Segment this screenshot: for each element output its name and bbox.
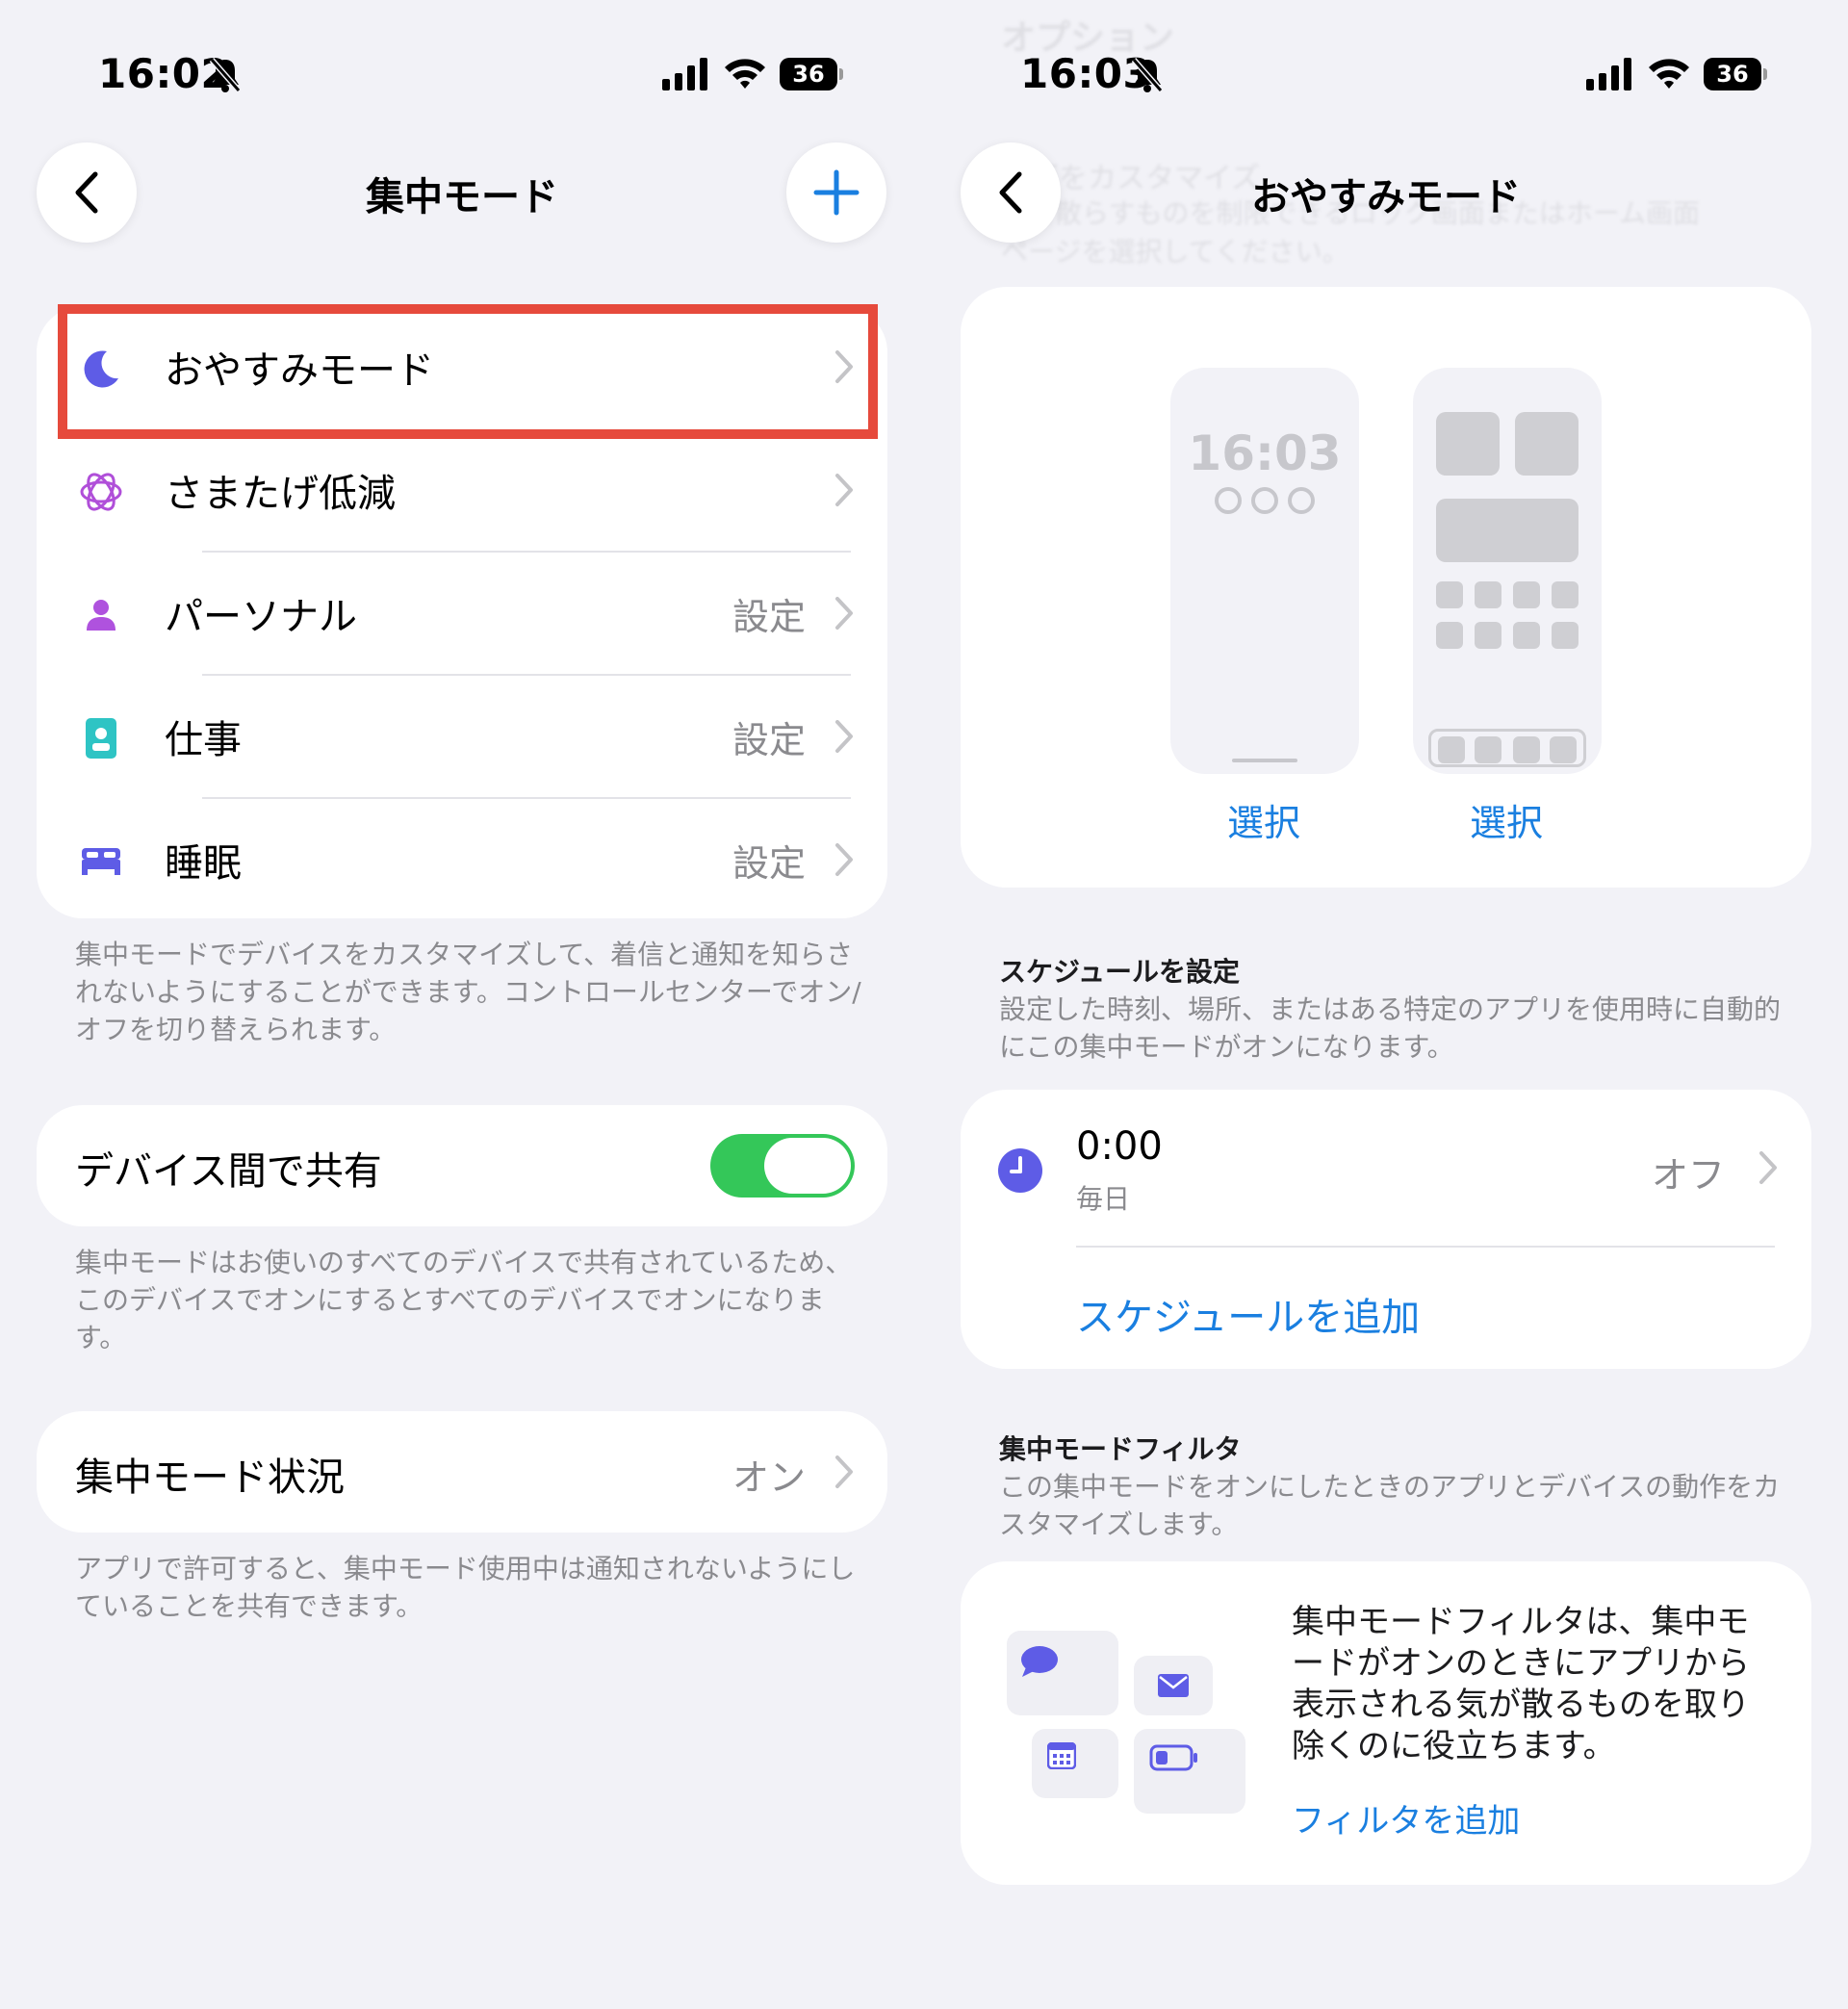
focus-mode-personal[interactable]: パーソナル 設定 bbox=[37, 553, 887, 676]
filters-explainer: 集中モードフィルタは、集中モードがオンのときにアプリから表示される気が散るものを… bbox=[1292, 1603, 1750, 1765]
chevron-right-icon bbox=[835, 597, 853, 630]
filters-section-desc: この集中モードをオンにしたときのアプリとデバイスの動作をカスタマイズします。 bbox=[999, 1471, 1781, 1540]
select-home-screen-button[interactable]: 選択 bbox=[1413, 793, 1600, 846]
back-button[interactable] bbox=[961, 142, 1061, 243]
page-title: おやすみモード bbox=[1251, 175, 1521, 219]
person-icon bbox=[87, 600, 116, 631]
faded-customize-desc: ページを選択してください。 bbox=[1001, 236, 1349, 268]
select-lock-screen-button[interactable]: 選択 bbox=[1170, 793, 1357, 846]
clock-icon bbox=[998, 1148, 1042, 1193]
bell-slash-icon bbox=[1131, 58, 1164, 92]
lock-screen-clock: 16:03 bbox=[1188, 425, 1342, 481]
plus-icon bbox=[813, 169, 860, 216]
battery-level: 36 bbox=[1704, 58, 1761, 90]
share-across-devices-label: デバイス間で共有 bbox=[75, 1149, 382, 1194]
do-not-disturb-screen: オプション 画面をカスタマイズ 気を散らすものを制限できるロック画面またはホーム… bbox=[924, 0, 1848, 2009]
mail-icon bbox=[1158, 1674, 1189, 1697]
id-badge-icon bbox=[86, 718, 116, 759]
add-filter-button[interactable]: フィルタを追加 bbox=[1292, 1794, 1520, 1842]
battery-icon: 36 bbox=[1704, 58, 1767, 90]
wifi-icon bbox=[725, 59, 765, 89]
focus-mode-work[interactable]: 仕事 設定 bbox=[37, 676, 887, 799]
schedule-card: 0:00 毎日 オフ スケジュールを追加 bbox=[961, 1090, 1811, 1369]
battery-level: 36 bbox=[780, 58, 837, 90]
home-indicator bbox=[1232, 759, 1297, 762]
reduce-interruptions-icon bbox=[80, 473, 122, 511]
add-schedule-button[interactable]: スケジュールを追加 bbox=[1076, 1286, 1420, 1342]
battery-icon: 36 bbox=[780, 58, 843, 90]
filters-card: 集中モードフィルタは、集中モードがオンのときにアプリから表示される気が散るものを… bbox=[961, 1561, 1811, 1885]
back-button[interactable] bbox=[37, 142, 137, 243]
cellular-signal-icon bbox=[662, 58, 707, 90]
customize-screens-card: 16:03 選択 選択 bbox=[961, 287, 1811, 888]
home-screen-preview[interactable] bbox=[1413, 368, 1602, 774]
focus-status-row[interactable]: 集中モード状況 オン bbox=[37, 1411, 887, 1533]
setup-value: 設定 bbox=[732, 719, 806, 761]
focus-mode-label: 睡眠 bbox=[165, 841, 242, 886]
schedule-section-header: スケジュールを設定 bbox=[999, 956, 1241, 988]
low-battery-icon bbox=[1149, 1744, 1197, 1771]
focus-modes-footnote: 集中モードでデバイスをカスタマイズして、着信と通知を知らされないようにすることが… bbox=[75, 939, 861, 1045]
highlight-annotation bbox=[58, 304, 878, 439]
share-across-devices-row: デバイス間で共有 bbox=[37, 1105, 887, 1226]
focus-mode-reduce-interruptions[interactable]: さまたげ低減 bbox=[37, 429, 887, 553]
chevron-left-icon bbox=[75, 171, 98, 214]
setup-value: 設定 bbox=[732, 842, 806, 885]
bell-slash-icon bbox=[209, 58, 242, 92]
focus-status-value: オン bbox=[732, 1456, 806, 1499]
setup-value: 設定 bbox=[732, 596, 806, 638]
page-title: 集中モード bbox=[366, 175, 558, 219]
calendar-icon bbox=[1047, 1742, 1076, 1769]
focus-status-label: 集中モード状況 bbox=[75, 1455, 345, 1500]
widget-placeholders bbox=[1215, 487, 1315, 516]
schedule-repeat: 毎日 bbox=[1076, 1183, 1131, 1215]
chevron-right-icon bbox=[835, 843, 853, 876]
focus-mode-label: 仕事 bbox=[165, 718, 242, 762]
focus-settings-screen: 16:02 36 集中モード おやすみモード さまたげ低減 パーソナル 設定 仕… bbox=[0, 0, 924, 2009]
focus-mode-label: さまたげ低減 bbox=[165, 472, 396, 516]
focus-status-footnote: アプリで許可すると、集中モード使用中は通知されないようにしていることを共有できま… bbox=[75, 1553, 856, 1622]
add-focus-button[interactable] bbox=[786, 142, 886, 243]
wifi-icon bbox=[1649, 59, 1689, 89]
status-bar: 16:03 36 bbox=[924, 0, 1848, 144]
focus-mode-label: パーソナル bbox=[165, 595, 357, 639]
share-footnote: 集中モードはお使いのすべてのデバイスで共有されているため、このデバイスでオンにす… bbox=[75, 1247, 853, 1353]
bed-icon bbox=[82, 848, 120, 875]
lock-screen-preview[interactable]: 16:03 bbox=[1170, 368, 1359, 774]
chevron-right-icon bbox=[835, 720, 853, 753]
chevron-left-icon bbox=[999, 171, 1022, 214]
schedule-time: 0:00 bbox=[1076, 1124, 1163, 1169]
focus-mode-sleep[interactable]: 睡眠 設定 bbox=[37, 799, 887, 918]
status-bar: 16:02 36 bbox=[0, 0, 924, 144]
schedule-item[interactable]: 0:00 毎日 オフ bbox=[961, 1090, 1811, 1248]
chevron-right-icon bbox=[1759, 1151, 1777, 1184]
share-across-devices-toggle[interactable] bbox=[710, 1134, 855, 1198]
schedule-state: オフ bbox=[1651, 1154, 1725, 1197]
chevron-right-icon bbox=[835, 1455, 853, 1488]
schedule-section-desc: 設定した時刻、場所、またはある特定のアプリを使用時に自動的にこの集中モードがオン… bbox=[999, 993, 1782, 1063]
cellular-signal-icon bbox=[1586, 58, 1631, 90]
filters-section-header: 集中モードフィルタ bbox=[999, 1433, 1242, 1465]
message-bubble-icon bbox=[1021, 1646, 1058, 1677]
chevron-right-icon bbox=[835, 474, 853, 506]
